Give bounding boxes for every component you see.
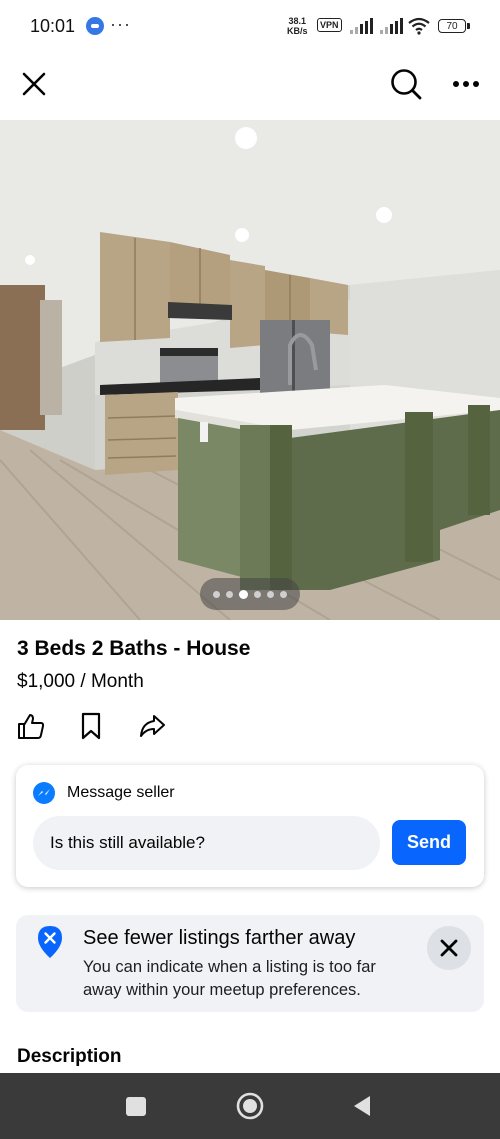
notice-title: See fewer listings farther away: [83, 927, 356, 949]
dismiss-icon: [440, 939, 458, 957]
recent-apps-button[interactable]: [126, 1097, 146, 1116]
system-nav-bar: [0, 1073, 500, 1139]
photo-pager[interactable]: [200, 578, 300, 610]
messenger-icon: [33, 782, 55, 804]
pager-dot: [213, 590, 220, 598]
like-icon: [18, 714, 45, 739]
home-button[interactable]: [236, 1092, 264, 1120]
back-button[interactable]: [352, 1095, 372, 1117]
pager-dot: [254, 590, 261, 598]
description-heading: Description: [17, 1046, 122, 1067]
search-icon: [391, 69, 422, 100]
wifi-icon: [408, 17, 430, 35]
save-button[interactable]: [73, 708, 109, 744]
search-button[interactable]: [384, 62, 428, 106]
status-time: 10:01: [30, 16, 76, 36]
network-speed: 38.1 KB/s: [287, 16, 308, 36]
pager-dot: [226, 590, 233, 598]
more-notifications-icon: ···: [110, 14, 131, 34]
pager-dot: [267, 590, 274, 598]
listing-title: 3 Beds 2 Baths - House: [17, 637, 251, 660]
pager-dot: [239, 589, 248, 599]
distance-notice: See fewer listings farther away You can …: [16, 915, 484, 1012]
more-icon: [453, 81, 479, 87]
signal-icon: [350, 18, 376, 34]
close-icon: [22, 72, 46, 96]
notice-body: You can indicate when a listing is too f…: [83, 958, 376, 999]
messenger-notification-icon: [86, 17, 104, 35]
vpn-badge: VPN: [317, 18, 342, 32]
send-button[interactable]: Send: [392, 820, 466, 865]
location-pin-icon: [38, 926, 62, 958]
share-button[interactable]: [134, 708, 170, 744]
network-speed-value: 38.1: [288, 16, 307, 26]
listing-price: $1,000 / Month: [17, 671, 144, 692]
dismiss-notice-button[interactable]: [427, 926, 471, 970]
message-seller-card: Message seller Send: [16, 765, 484, 887]
message-input[interactable]: [33, 816, 380, 870]
signal-icon-2: [380, 18, 406, 34]
share-icon: [140, 715, 165, 737]
listing-photo[interactable]: [0, 120, 500, 620]
status-bar: 10:01 ··· 38.1 KB/s VPN 70: [0, 0, 500, 52]
kitchen-photo: [0, 120, 500, 620]
battery-icon: 70: [438, 19, 470, 33]
pager-dot: [280, 590, 287, 598]
message-seller-title: Message seller: [67, 784, 175, 801]
network-speed-unit: KB/s: [287, 26, 308, 36]
more-options-button[interactable]: [446, 64, 486, 104]
like-button[interactable]: [13, 708, 49, 744]
save-icon: [81, 712, 101, 740]
close-button[interactable]: [14, 64, 54, 104]
